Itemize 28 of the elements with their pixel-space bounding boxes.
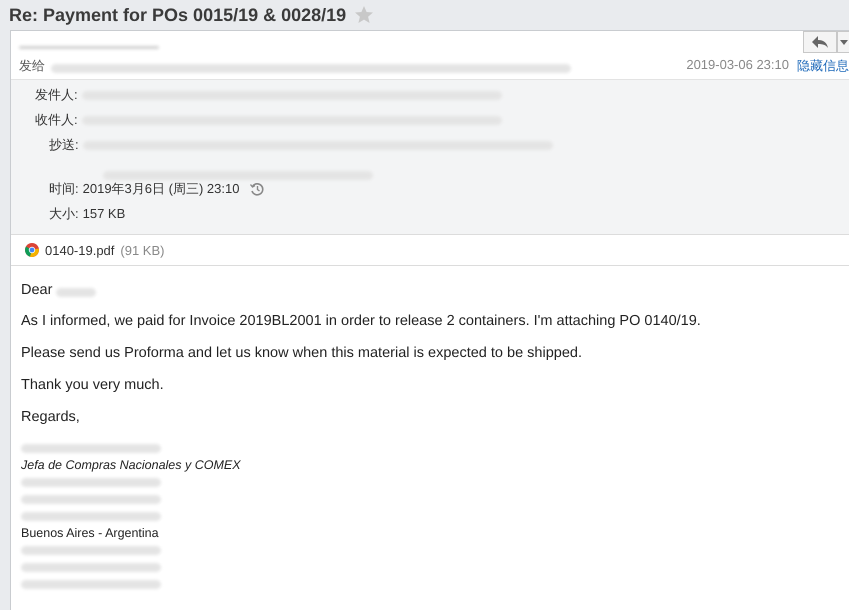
reply-icon	[811, 35, 829, 49]
more-button[interactable]	[837, 31, 849, 53]
greeting-text: Dear	[21, 282, 52, 298]
browser-icon	[25, 243, 39, 257]
recipients-label: 发给	[19, 57, 45, 75]
field-label: 时间:	[49, 180, 79, 198]
field-value: 157 KB	[82, 205, 126, 223]
body-paragraph: Please send us Proforma and let us know when this material is expected to be shipped.	[21, 344, 583, 362]
field-label: 收件人:	[35, 111, 78, 129]
hide-details-link[interactable]: 隐藏信息	[797, 57, 849, 75]
field-value: 2019年3月6日 (周三) 23:10	[82, 180, 240, 198]
attachment-link[interactable]: 0140-19.pdf	[45, 242, 114, 258]
body-paragraph: As I informed, we paid for Invoice 2019BL2001 in order to release 2 containers. I'm attaching PO 0140/19.	[21, 312, 702, 330]
attachment-size: (91 KB)	[120, 242, 164, 258]
email-subject: Re: Payment for POs 0015/19 & 0028/19	[9, 4, 346, 26]
field-label: 抄送:	[49, 136, 79, 154]
star-icon[interactable]	[354, 5, 374, 25]
history-icon[interactable]	[249, 181, 266, 197]
signature-line: Buenos Aires - Argentina	[21, 525, 160, 542]
body-paragraph: Regards,	[21, 408, 81, 426]
field-label: 大小:	[49, 205, 79, 223]
body-paragraph: Thank you very much.	[21, 376, 165, 394]
date-text: 2019-03-06 23:10	[686, 57, 789, 74]
signature-line: Jefa de Compras Nacionales y COMEX	[21, 457, 242, 474]
field-label: 发件人:	[35, 86, 78, 104]
redacted-text	[56, 288, 96, 297]
reply-button[interactable]	[803, 31, 837, 53]
caret-icon	[840, 40, 848, 44]
